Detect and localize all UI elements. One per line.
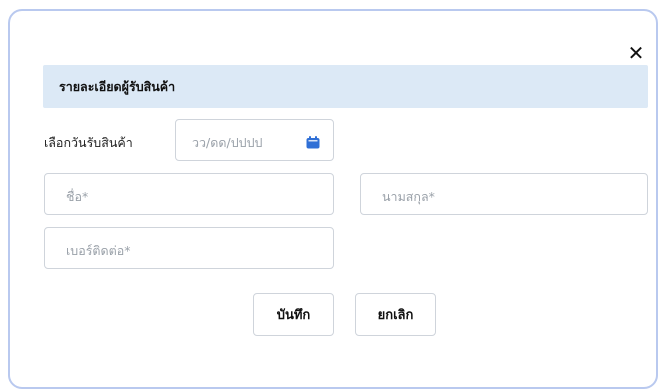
phone-field[interactable]: เบอร์ติดต่อ*: [44, 227, 334, 269]
last-name-field[interactable]: นามสกุล*: [360, 173, 648, 215]
cancel-button[interactable]: ยกเลิก: [355, 293, 436, 336]
save-button[interactable]: บันทึก: [253, 293, 334, 336]
phone-placeholder: เบอร์ติดต่อ*: [66, 243, 131, 258]
date-input[interactable]: วว/ดด/ปปปป: [175, 119, 334, 161]
first-name-field[interactable]: ชื่อ*: [44, 173, 334, 215]
date-placeholder: วว/ดด/ปปปป: [192, 135, 263, 150]
close-icon[interactable]: ✕: [626, 43, 646, 63]
section-header: รายละเอียดผู้รับสินค้า: [43, 65, 648, 108]
calendar-icon[interactable]: [306, 134, 320, 149]
last-name-placeholder: นามสกุล*: [382, 189, 435, 204]
first-name-placeholder: ชื่อ*: [66, 189, 89, 204]
section-title: รายละเอียดผู้รับสินค้า: [59, 78, 176, 94]
date-label: เลือกวันรับสินค้า: [44, 135, 133, 150]
